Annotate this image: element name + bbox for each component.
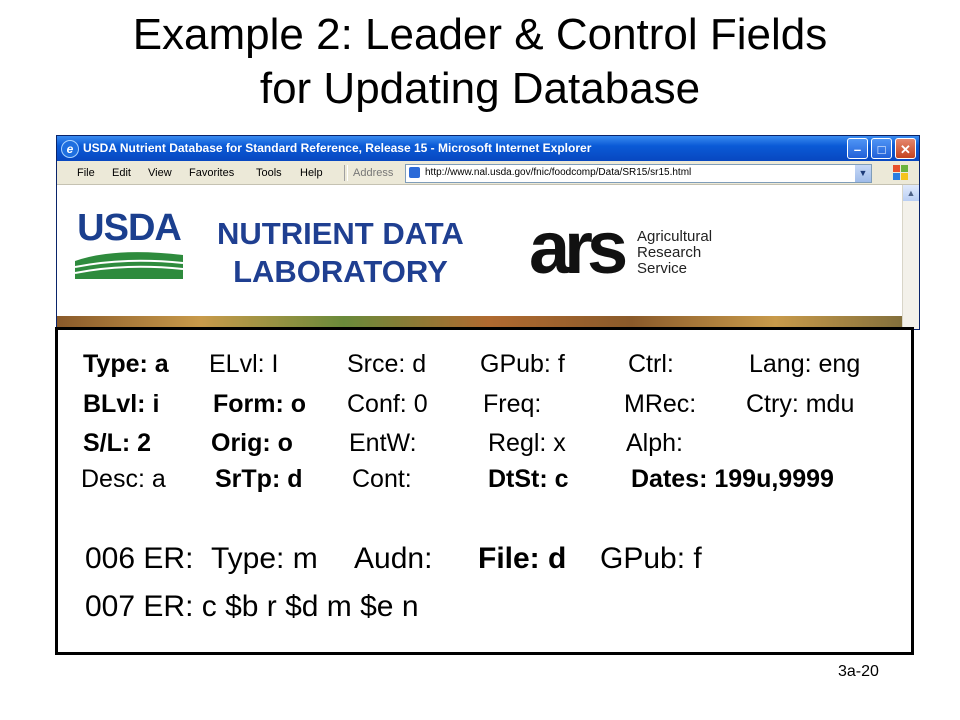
field-conf: Conf: 0 [347, 390, 428, 418]
vertical-scrollbar[interactable]: ▲ [902, 185, 919, 329]
menu-help[interactable]: Help [300, 167, 323, 179]
field-ctry: Ctry: mdu [746, 390, 855, 418]
field-sl: S/L: 2 [83, 429, 152, 457]
page-number: 3a-20 [838, 663, 879, 680]
field-orig: Orig: o [211, 429, 293, 457]
ars-line3: Service [637, 260, 688, 277]
close-button[interactable]: ✕ [895, 138, 916, 159]
page-icon [409, 167, 420, 178]
lab-line2: LABORATORY [233, 254, 448, 289]
ars-line2: Research [637, 244, 702, 261]
toolbar-separator [344, 165, 348, 181]
field-dtst: DtSt: c [488, 465, 569, 493]
field-006-tag: 006 ER: [85, 542, 194, 575]
field-dates-label: Dates: [631, 465, 708, 493]
windows-flag-icon [893, 165, 909, 181]
menu-file[interactable]: File [77, 167, 95, 179]
field-dates: Dates: 199u,9999 [631, 465, 834, 493]
field-form: Form: o [213, 390, 307, 418]
lab-line1: NUTRIENT DATA [217, 216, 464, 251]
field-cont: Cont: [352, 465, 412, 493]
leader-control-fields-panel: Type: a ELvl: I Srce: d GPub: f Ctrl: La… [55, 327, 914, 655]
menu-favorites[interactable]: Favorites [189, 167, 234, 179]
field-alph: Alph: [626, 429, 683, 457]
field-mrec: MRec: [624, 390, 697, 418]
menu-bar: File Edit View Favorites Tools Help Addr… [57, 162, 919, 185]
menu-view[interactable]: View [148, 167, 172, 179]
menu-tools[interactable]: Tools [256, 167, 282, 179]
usda-hill-graphic [75, 252, 183, 279]
field-dates-value: 199u,9999 [714, 465, 834, 493]
field-elvl: ELvl: I [209, 350, 279, 378]
ars-name: Agricultural Research Service [637, 229, 712, 277]
field-srtp: SrTp: d [215, 465, 303, 493]
field-lang: Lang: eng [749, 350, 861, 378]
field-006-file: File: d [478, 542, 567, 575]
nutrient-data-laboratory-heading: NUTRIENT DATA LABORATORY [217, 215, 464, 291]
chevron-down-icon[interactable]: ▼ [855, 165, 871, 182]
address-url: http://www.nal.usda.gov/fnic/foodcomp/Da… [425, 167, 692, 178]
usda-logo-text: USDA [77, 207, 182, 249]
field-006-gpub: GPub: f [600, 542, 702, 575]
field-freq: Freq: [483, 390, 542, 418]
slide-title-line1: Example 2: Leader & Control Fields [132, 10, 828, 59]
browser-window-screenshot: e USDA Nutrient Database for Standard Re… [56, 135, 920, 330]
field-006-type: Type: m [211, 542, 318, 575]
web-page-content: USDA NUTRIENT DATA LABORATORY ars Agricu… [57, 185, 919, 329]
slide-title: Example 2: Leader & Control Fields for U… [0, 8, 960, 116]
maximize-button[interactable]: □ [871, 138, 892, 159]
address-bar[interactable]: http://www.nal.usda.gov/fnic/foodcomp/Da… [405, 164, 872, 183]
address-label: Address [353, 167, 394, 179]
scroll-up-icon[interactable]: ▲ [903, 185, 919, 201]
field-type: Type: a [83, 350, 169, 378]
minimize-button[interactable]: – [847, 138, 868, 159]
usda-logo: USDA [75, 207, 183, 279]
field-gpub: GPub: f [480, 350, 565, 378]
slide-title-line2: for Updating Database [259, 64, 701, 113]
ars-line1: Agricultural [637, 228, 713, 245]
ars-logo: ars [529, 209, 631, 285]
field-blvl: BLvl: i [83, 390, 160, 418]
field-007: 007 ER: c $b r $d m $e n [85, 590, 419, 623]
menu-edit[interactable]: Edit [112, 167, 131, 179]
field-ctrl: Ctrl: [628, 350, 674, 378]
window-titlebar: e USDA Nutrient Database for Standard Re… [57, 136, 919, 161]
field-regl: Regl: x [488, 429, 566, 457]
window-title: USDA Nutrient Database for Standard Refe… [83, 141, 592, 155]
internet-explorer-icon: e [61, 140, 79, 158]
field-entw: EntW: [349, 429, 417, 457]
field-006-audn: Audn: [354, 542, 433, 575]
field-srce: Srce: d [347, 350, 427, 378]
ars-logo-text: ars [529, 209, 626, 285]
field-desc: Desc: a [81, 465, 166, 493]
